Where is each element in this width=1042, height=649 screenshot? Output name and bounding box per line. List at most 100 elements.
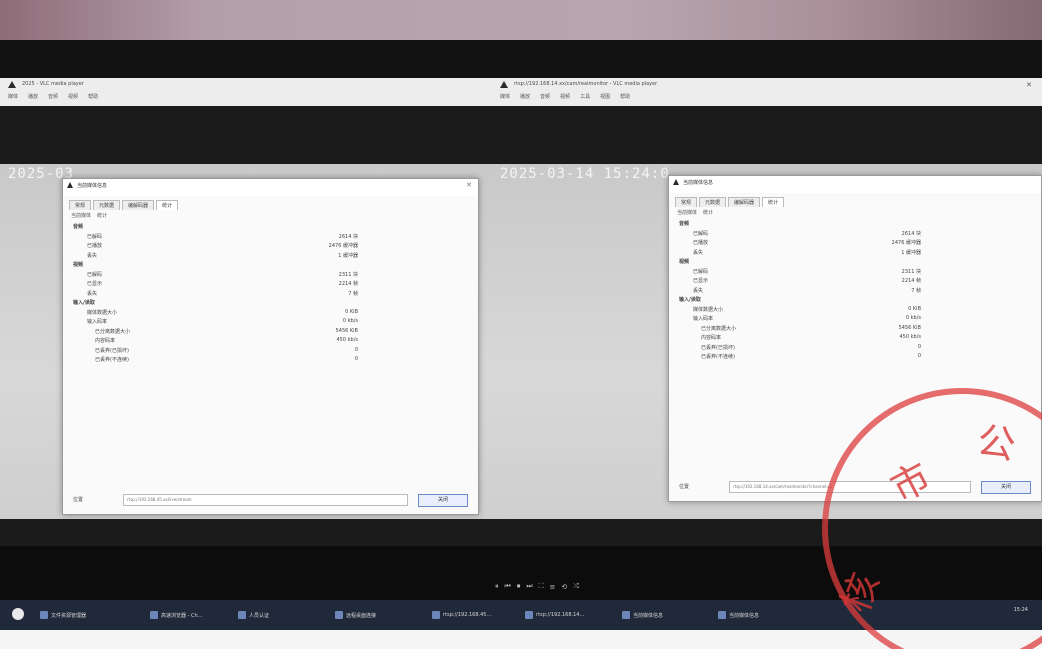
stats-row: 丢失 1 缓冲器 — [73, 252, 468, 262]
vlc-cone-icon — [673, 179, 679, 185]
vlc-cone-icon — [500, 81, 508, 88]
taskbar-item[interactable]: 当前媒体信息 — [718, 608, 759, 622]
stats-key: 已丢弃(不连续) — [95, 357, 129, 363]
stats-key: 音频 — [679, 221, 690, 227]
right-menu-video[interactable]: 视频 — [560, 93, 570, 100]
stats-row: 内容码率 450 kb/s — [679, 334, 1031, 344]
folder-icon — [40, 611, 48, 619]
stats-row: 音频 — [73, 223, 468, 233]
stats-value: 0 — [354, 346, 358, 353]
tab-general[interactable]: 常规 — [675, 197, 698, 207]
vlc-icon — [622, 611, 630, 619]
stats-value: 0 kb/s — [905, 315, 921, 321]
stats-value: 2214 帧 — [901, 278, 921, 284]
stats-value: 0 — [917, 343, 921, 350]
vlc-icon — [432, 611, 440, 619]
tab-statistics[interactable]: 统计 — [762, 197, 785, 207]
stats-key: 丢失 — [693, 249, 704, 256]
remote-desktop-icon — [335, 611, 343, 619]
right-menu-playback[interactable]: 播放 — [520, 93, 530, 100]
stats-row: 已播放 2476 缓冲器 — [679, 239, 1031, 249]
tab-codec[interactable]: 编解码器 — [728, 197, 761, 207]
location-label: 位置 — [73, 497, 84, 503]
tab-codec[interactable]: 编解码器 — [122, 200, 155, 210]
stats-key: 媒体数据大小 — [693, 306, 724, 313]
subtab-stats[interactable]: 统计 — [703, 209, 713, 216]
left-menu-playback[interactable]: 播放 — [28, 93, 38, 100]
stats-row: 内容码率 450 kb/s — [73, 337, 468, 347]
stats-row: 已丢弃(已损坏) 0 — [73, 347, 468, 357]
tab-statistics[interactable]: 统计 — [156, 200, 179, 210]
playlist-icon[interactable]: ≡ — [550, 583, 556, 591]
stats-value: 5456 KiB — [335, 327, 358, 334]
top-bezel — [0, 40, 1042, 78]
right-timestamp: 2025-03-14 15:24:0 — [500, 166, 670, 182]
vlc-icon — [718, 611, 726, 619]
subtab-current-media[interactable]: 当前媒体 — [677, 209, 697, 216]
stats-key: 已丢弃(不连续) — [701, 354, 735, 360]
right-menu-audio[interactable]: 音频 — [540, 93, 550, 100]
stats-key: 已丢弃(已损坏) — [95, 347, 129, 354]
left-menu-help[interactable]: 帮助 — [88, 93, 98, 100]
taskbar-item[interactable]: 高速浏览器 - Ch... — [150, 608, 202, 622]
stats-key: 输入/读取 — [679, 297, 701, 303]
right-menu-help[interactable]: 帮助 — [620, 93, 630, 100]
stats-row: 已解码 2311 块 — [73, 271, 468, 281]
stats-key: 丢失 — [87, 252, 98, 259]
stats-key: 输入/读取 — [73, 300, 95, 306]
tab-general[interactable]: 常规 — [69, 200, 92, 210]
subtab-stats[interactable]: 统计 — [97, 212, 107, 219]
stats-row: 已解码 2614 块 — [679, 230, 1031, 240]
location-label: 位置 — [679, 484, 690, 490]
stats-row: 已显示 2214 帧 — [73, 280, 468, 290]
stats-key: 已分离数据大小 — [95, 328, 131, 335]
close-button[interactable]: 关闭 — [418, 494, 468, 507]
subtab-current-media[interactable]: 当前媒体 — [71, 212, 91, 219]
previous-icon[interactable]: ⏮ — [505, 582, 511, 591]
location-field[interactable]: rtsp://192.168.45.xx/live/stream — [123, 494, 408, 506]
stats-row: 已丢弃(已损坏) 0 — [679, 344, 1031, 354]
pause-icon[interactable]: ⏸ — [495, 582, 499, 591]
stats-value: 2311 块 — [338, 271, 358, 278]
stats-value: 2311 块 — [901, 268, 921, 275]
stop-icon[interactable]: ⏹ — [517, 582, 521, 591]
stats-key: 丢失 — [693, 287, 704, 294]
stats-row: 输入码率 0 kb/s — [679, 315, 1031, 325]
right-menu-media[interactable]: 媒体 — [500, 93, 510, 100]
taskbar-item[interactable]: 远程桌面连接 — [335, 608, 376, 622]
close-icon[interactable]: ✕ — [1026, 81, 1032, 89]
taskbar-item[interactable]: 文件资源管理器 — [40, 608, 86, 622]
stats-value: 0 — [917, 353, 921, 359]
photo: 2025 - VLC media player 媒体 播放 音频 视频 帮助 2… — [0, 0, 1042, 649]
right-menu-view[interactable]: 视图 — [600, 93, 610, 100]
stats-value: 1 缓冲器 — [901, 249, 921, 256]
shuffle-icon[interactable]: ⤮ — [573, 582, 579, 591]
taskbar-item[interactable]: 人员认证 — [238, 608, 269, 622]
stats-value: 1 缓冲器 — [338, 252, 358, 259]
stats-value: 450 kb/s — [336, 337, 359, 343]
taskbar-item[interactable]: 当前媒体信息 — [622, 608, 663, 622]
left-menu-media[interactable]: 媒体 — [8, 93, 18, 100]
stats-key: 媒体数据大小 — [87, 309, 118, 316]
next-icon[interactable]: ⏭ — [526, 582, 532, 591]
start-icon[interactable] — [12, 608, 24, 620]
stats-row: 已解码 2311 块 — [679, 268, 1031, 278]
stats-value: 450 kb/s — [899, 334, 922, 340]
right-menu-tools[interactable]: 工具 — [580, 93, 590, 100]
stats-key: 已解码 — [693, 268, 709, 275]
taskbar-item[interactable]: rtsp://192.168.45... — [432, 608, 491, 622]
tab-metadata[interactable]: 元数据 — [699, 197, 727, 207]
left-menu-video[interactable]: 视频 — [68, 93, 78, 100]
stats-key: 输入码率 — [87, 319, 108, 325]
stats-key: 丢失 — [87, 290, 98, 297]
stats-key: 已解码 — [87, 271, 103, 278]
tab-metadata[interactable]: 元数据 — [93, 200, 121, 210]
left-window-title: 2025 - VLC media player — [22, 81, 84, 87]
loop-icon[interactable]: ⟲ — [561, 583, 567, 591]
close-icon[interactable]: ✕ — [466, 181, 472, 189]
stats-row: 视频 — [679, 258, 1031, 268]
fullscreen-icon[interactable]: ⛶ — [539, 582, 544, 591]
left-menu-audio[interactable]: 音频 — [48, 93, 58, 100]
taskbar-item[interactable]: rtsp://192.168.14... — [525, 608, 584, 622]
stats-key: 已解码 — [693, 230, 709, 237]
